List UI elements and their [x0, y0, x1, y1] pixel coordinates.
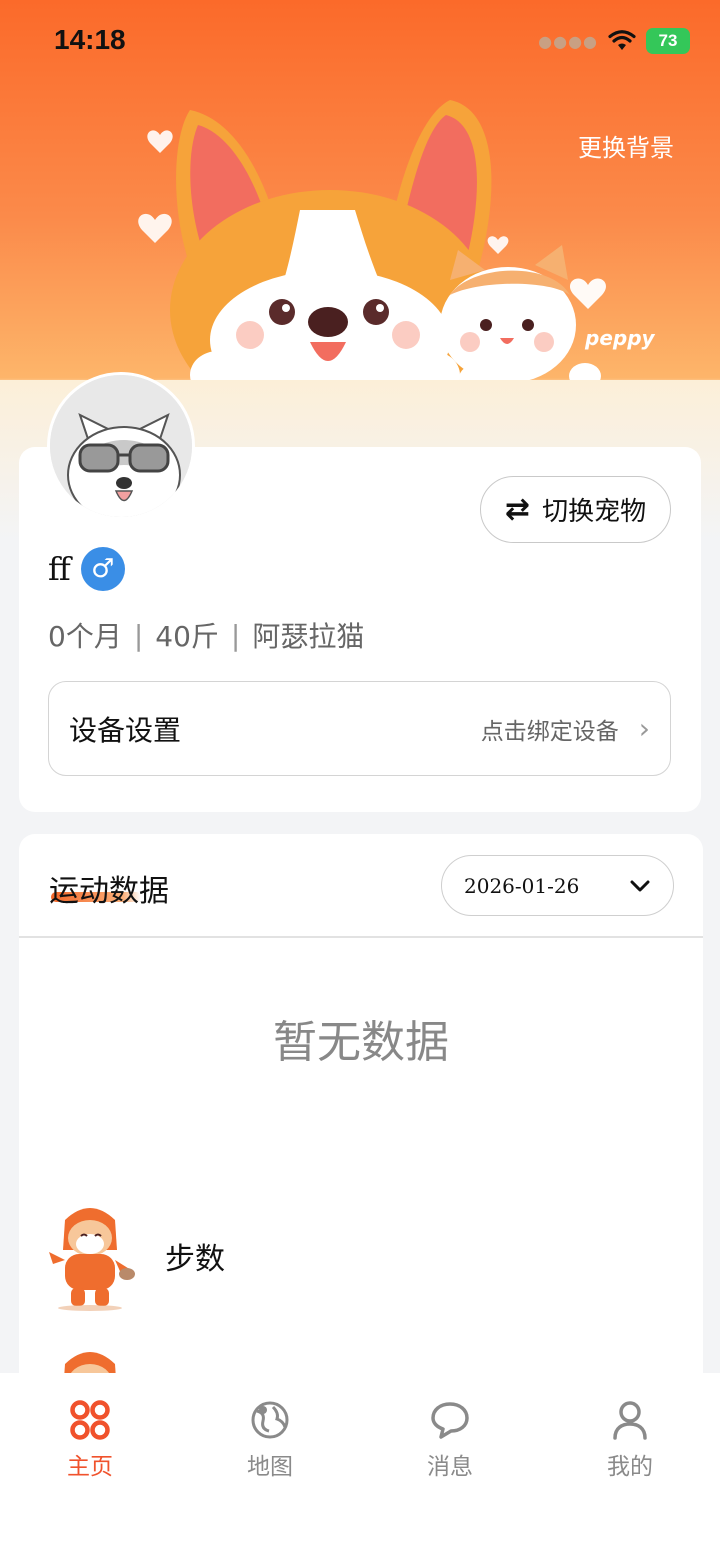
switch-pet-button[interactable]: ⇄ 切换宠物 — [480, 476, 671, 543]
metric-label: 步数 — [165, 1242, 225, 1277]
pet-name: ff — [48, 550, 71, 588]
husky-sunglasses-icon — [50, 375, 192, 517]
status-icons: ●●●● 73 — [538, 28, 690, 54]
map-icon — [251, 1401, 289, 1439]
bottom-tab-bar: 主页 地图 消息 我的 — [0, 1373, 720, 1558]
message-icon — [431, 1402, 469, 1439]
tab-label: 消息 — [427, 1454, 473, 1480]
device-settings-title: 设备设置 — [69, 713, 182, 747]
hero-art-text: peppy — [584, 326, 656, 350]
status-time: 14:18 — [54, 24, 126, 55]
bind-device-hint: 点击绑定设备 — [480, 718, 619, 745]
tab-label: 我的 — [607, 1454, 653, 1480]
male-gender-icon: ♂ — [80, 547, 125, 591]
cellular-signal-icon: ●●●● — [538, 31, 598, 51]
tab-home[interactable]: 主页 — [30, 1399, 150, 1481]
selected-date: 2026-01-26 — [464, 873, 580, 898]
tab-label: 地图 — [247, 1454, 293, 1480]
divider — [19, 936, 703, 938]
info-separator: | — [133, 618, 144, 652]
pet-name-row: ff ♂ — [48, 547, 125, 591]
tab-messages[interactable]: 消息 — [390, 1399, 510, 1481]
pet-info: 0个月 | 40斤 | 阿瑟拉猫 — [48, 615, 364, 655]
chevron-down-icon — [630, 880, 650, 891]
wifi-icon — [608, 30, 636, 50]
battery-icon: 73 — [646, 28, 690, 54]
change-background-button[interactable]: 更换背景 — [578, 128, 674, 163]
tab-me[interactable]: 我的 — [570, 1399, 690, 1481]
pet-avatar[interactable] — [47, 372, 195, 520]
home-icon — [70, 1400, 110, 1440]
sport-data-title: 运动数据 — [49, 874, 169, 909]
date-select[interactable]: 2026-01-26 — [441, 855, 674, 916]
switch-pet-label: 切换宠物 — [542, 497, 647, 527]
swap-arrows-icon: ⇄ — [504, 492, 531, 527]
chevron-right-icon: › — [638, 712, 650, 745]
pet-weight: 40斤 — [155, 620, 219, 653]
tab-label: 主页 — [67, 1454, 113, 1480]
profile-icon — [613, 1401, 647, 1440]
tab-map[interactable]: 地图 — [210, 1399, 330, 1481]
sport-data-card: 运动数据 2026-01-26 暂无数据 步数 — [19, 834, 703, 1400]
pet-age: 0个月 — [48, 620, 122, 653]
pet-breed: 阿瑟拉猫 — [252, 620, 365, 653]
empty-state-text: 暂无数据 — [273, 1017, 449, 1068]
shiba-hoodie-icon — [49, 1208, 135, 1311]
metric-item-steps: 步数 — [43, 1200, 225, 1312]
sport-title-wrap: 运动数据 — [49, 866, 169, 910]
info-separator: | — [230, 618, 241, 652]
device-settings-row[interactable]: 设备设置 点击绑定设备 › — [48, 681, 671, 776]
